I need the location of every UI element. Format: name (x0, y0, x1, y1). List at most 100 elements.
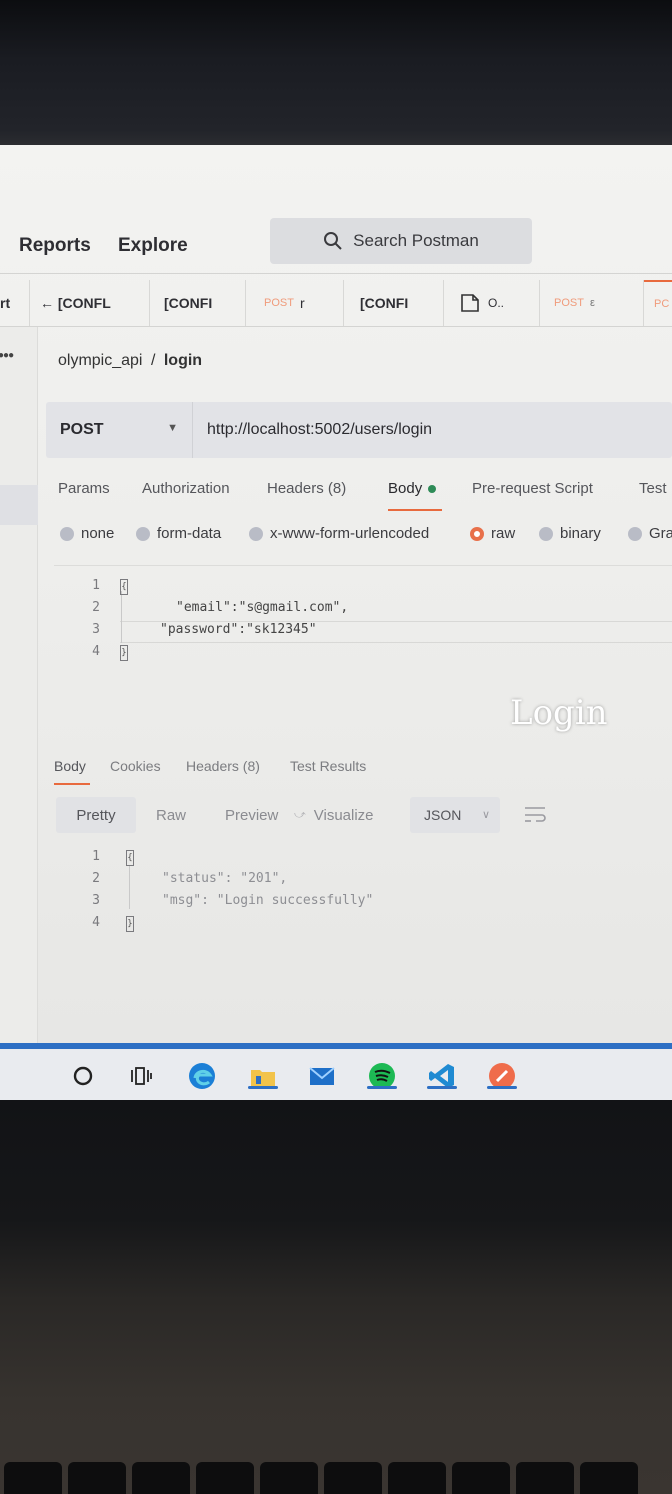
code-line: 3 "msg": "Login successfully" (54, 893, 672, 915)
tab-headers[interactable]: Headers (8) (267, 480, 346, 497)
tab-6[interactable]: POST ε (540, 280, 644, 326)
line-number: 2 (92, 600, 100, 615)
keyboard-key (4, 1462, 62, 1494)
tab-params[interactable]: Params (58, 480, 110, 497)
tab-2[interactable]: [CONFI (150, 280, 246, 326)
vscode-icon[interactable] (427, 1061, 457, 1091)
keyboard-edge (0, 1462, 672, 1494)
radio-label: Gra (649, 525, 672, 542)
format-select[interactable]: JSON ∨ (410, 797, 500, 833)
tab-body[interactable]: Body (388, 480, 437, 497)
radio-dot (136, 526, 150, 541)
code-line: 2 "email":"s@gmail.com", (54, 600, 672, 622)
keyboard-key (580, 1462, 638, 1494)
radio-raw[interactable]: raw (470, 525, 515, 542)
line-number: 1 (92, 578, 100, 593)
search-label: Search Postman (353, 231, 479, 250)
radio-label: form-data (157, 525, 222, 542)
radio-x-www-form-urlencoded[interactable]: x-www-form-urlencoded (249, 525, 429, 542)
code-text: "msg": "Login successfully" (162, 893, 374, 908)
view-raw-button[interactable]: Raw (156, 797, 186, 833)
keyboard-key (132, 1462, 190, 1494)
response-tab-cookies[interactable]: Cookies (110, 758, 161, 774)
search-icon[interactable] (68, 1061, 98, 1091)
radio-dot (539, 526, 553, 541)
tab-5[interactable]: O.. (444, 280, 540, 326)
code-text: "email":"s@gmail.com", (176, 600, 349, 615)
format-value: JSON (424, 807, 462, 823)
sidebar-selected-item[interactable] (0, 485, 38, 525)
radio-binary[interactable]: binary (539, 525, 601, 542)
keyboard-key (452, 1462, 510, 1494)
code-line: 4 } (54, 915, 672, 937)
method-value: POST (60, 421, 104, 438)
watermark-text: Login (510, 693, 608, 733)
mail-icon[interactable] (307, 1061, 337, 1091)
tab-pre-request-script[interactable]: Pre-request Script (472, 480, 593, 497)
tab-4[interactable]: [CONFI (344, 280, 444, 326)
radio-label: none (81, 525, 115, 542)
line-number: 1 (92, 849, 100, 864)
keyboard-key (324, 1462, 382, 1494)
line-number: 4 (92, 915, 100, 930)
method-select[interactable]: POST ▼ (46, 402, 193, 458)
tab-3[interactable]: POST r (246, 280, 344, 326)
response-tab-test-results[interactable]: Test Results (290, 758, 366, 774)
tab-body-label: Body (388, 480, 423, 497)
request-bar: POST ▼ http://localhost:5002/users/login (46, 402, 672, 458)
radio-dot (249, 526, 263, 541)
tab-method: POST (554, 297, 584, 309)
keyboard-key (196, 1462, 254, 1494)
response-active-underline (54, 783, 90, 785)
breadcrumb-collection[interactable]: olympic_api (58, 352, 142, 369)
radio-none[interactable]: none (60, 525, 114, 542)
tab-authorization[interactable]: Authorization (142, 480, 230, 497)
taskbar (0, 1049, 672, 1100)
tab-label: ← [CONFL (40, 295, 111, 311)
code-line: 1 { (54, 578, 672, 600)
view-visualize-button[interactable]: ⤻ Visualize (294, 797, 374, 833)
response-body-viewer[interactable]: 1 { 2 "status": "201", 3 "msg": "Login s… (54, 845, 672, 945)
code-line: 1 { (54, 849, 672, 871)
tab-0[interactable]: rt (0, 280, 30, 326)
open-brace: { (126, 850, 134, 866)
reports-link[interactable]: Reports (19, 235, 91, 257)
radio-label: raw (491, 525, 516, 542)
response-tabs: Body Cookies Headers (8) Test Results (54, 758, 672, 782)
word-wrap-icon[interactable] (522, 805, 548, 825)
active-indicator (487, 1086, 517, 1089)
radio-label: binary (560, 525, 601, 542)
spotify-icon[interactable] (367, 1061, 397, 1091)
chevron-down-icon: ∨ (481, 809, 490, 821)
task-view-icon[interactable] (127, 1061, 157, 1091)
view-preview-button[interactable]: Preview (225, 797, 278, 833)
postman-icon[interactable] (487, 1061, 517, 1091)
search-postman-input[interactable]: Search Postman (270, 218, 532, 264)
code-text: { (126, 849, 134, 866)
tab-tests[interactable]: Test (639, 480, 667, 497)
file-explorer-icon[interactable] (248, 1061, 278, 1091)
tab-7[interactable]: PC (644, 280, 672, 326)
tab-method: PC (654, 298, 670, 310)
tab-label: ε (589, 297, 595, 309)
more-options-icon[interactable]: ●●● (0, 350, 14, 361)
open-brace: { (120, 579, 128, 595)
line-number: 4 (92, 644, 100, 659)
radio-form-data[interactable]: form-data (136, 525, 221, 542)
code-line: 2 "status": "201", (54, 871, 672, 893)
url-input[interactable]: http://localhost:5002/users/login (207, 421, 432, 439)
edge-icon[interactable] (187, 1061, 217, 1091)
tab-label: rt (0, 295, 11, 311)
radio-graphql[interactable]: Gra (628, 525, 672, 542)
active-indicator (248, 1086, 278, 1089)
code-text: "status": "201", (162, 871, 288, 886)
response-tab-headers[interactable]: Headers (8) (186, 758, 260, 774)
tab-1[interactable]: ← [CONFL (30, 280, 150, 326)
active-indicator (367, 1086, 397, 1089)
sidebar (0, 327, 38, 1100)
explore-link[interactable]: Explore (118, 235, 188, 257)
code-text: } (126, 915, 134, 932)
search-icon (324, 232, 342, 250)
response-tab-body[interactable]: Body (54, 758, 86, 774)
view-pretty-button[interactable]: Pretty (56, 797, 136, 833)
